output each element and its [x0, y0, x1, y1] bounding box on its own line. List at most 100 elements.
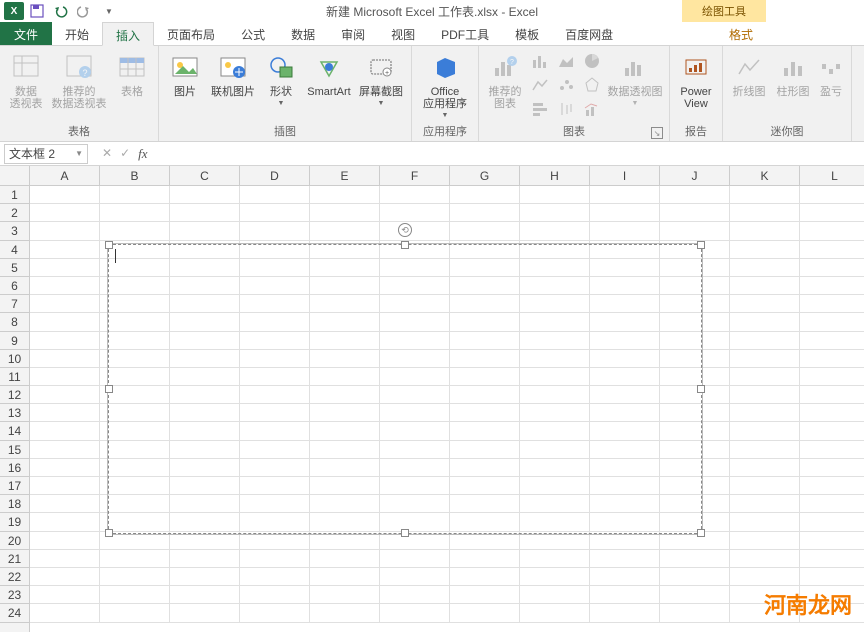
row-header[interactable]: 18: [0, 495, 29, 513]
cell[interactable]: [310, 604, 380, 622]
recommended-charts-button[interactable]: ? 推荐的 图表: [485, 50, 525, 120]
row-header[interactable]: 12: [0, 386, 29, 404]
resize-handle-sw[interactable]: [105, 529, 113, 537]
cell[interactable]: [730, 313, 800, 331]
cell[interactable]: [170, 586, 240, 604]
cell[interactable]: [730, 277, 800, 295]
cell[interactable]: [170, 550, 240, 568]
sparkline-line-button[interactable]: 折线图: [729, 50, 769, 98]
recommended-pivot-button[interactable]: ? 推荐的 数据透视表: [50, 50, 108, 110]
cell[interactable]: [520, 222, 590, 240]
cell[interactable]: [380, 186, 450, 204]
row-header[interactable]: 15: [0, 441, 29, 459]
cell[interactable]: [100, 550, 170, 568]
cell[interactable]: [310, 568, 380, 586]
cell[interactable]: [730, 568, 800, 586]
cell[interactable]: [520, 604, 590, 622]
cell[interactable]: [520, 550, 590, 568]
cell[interactable]: [730, 477, 800, 495]
row-header[interactable]: 19: [0, 513, 29, 531]
cell[interactable]: [450, 586, 520, 604]
cell[interactable]: [520, 532, 590, 550]
column-chart-button[interactable]: [529, 50, 551, 72]
column-header[interactable]: J: [660, 166, 730, 185]
column-header[interactable]: L: [800, 166, 864, 185]
cell[interactable]: [170, 186, 240, 204]
column-header[interactable]: K: [730, 166, 800, 185]
cell[interactable]: [170, 532, 240, 550]
smartart-button[interactable]: SmartArt: [305, 50, 353, 107]
cell[interactable]: [310, 204, 380, 222]
cell[interactable]: [240, 204, 310, 222]
resize-handle-s[interactable]: [401, 529, 409, 537]
cell[interactable]: [30, 204, 100, 222]
row-header[interactable]: 6: [0, 277, 29, 295]
row-header[interactable]: 2: [0, 204, 29, 222]
cell[interactable]: [170, 204, 240, 222]
cell[interactable]: [730, 441, 800, 459]
cell[interactable]: [30, 222, 100, 240]
cell[interactable]: [590, 204, 660, 222]
cell[interactable]: [590, 568, 660, 586]
cell[interactable]: [30, 368, 100, 386]
fx-button[interactable]: fx: [138, 146, 147, 162]
cell[interactable]: [170, 568, 240, 586]
cell[interactable]: [380, 222, 450, 240]
table-button[interactable]: 表格: [112, 50, 152, 110]
cell[interactable]: [660, 550, 730, 568]
cell[interactable]: [520, 204, 590, 222]
cell[interactable]: [240, 604, 310, 622]
row-header[interactable]: 8: [0, 313, 29, 331]
cell[interactable]: [30, 186, 100, 204]
cell[interactable]: [590, 604, 660, 622]
cell[interactable]: [310, 532, 380, 550]
row-header[interactable]: 17: [0, 477, 29, 495]
cell[interactable]: [450, 604, 520, 622]
charts-dialog-launcher[interactable]: ↘: [651, 127, 663, 139]
cell[interactable]: [660, 604, 730, 622]
resize-handle-ne[interactable]: [697, 241, 705, 249]
cell[interactable]: [30, 422, 100, 440]
cell[interactable]: [590, 586, 660, 604]
cell[interactable]: [30, 350, 100, 368]
cell[interactable]: [30, 404, 100, 422]
sparkline-column-button[interactable]: 柱形图: [773, 50, 813, 98]
cell[interactable]: [800, 495, 864, 513]
row-header[interactable]: 20: [0, 532, 29, 550]
cell[interactable]: [100, 568, 170, 586]
redo-button[interactable]: [74, 1, 96, 21]
cell[interactable]: [730, 204, 800, 222]
screenshot-button[interactable]: + 屏幕截图▼: [357, 50, 405, 107]
resize-handle-se[interactable]: [697, 529, 705, 537]
tab-formulas[interactable]: 公式: [228, 22, 278, 45]
cell[interactable]: [660, 586, 730, 604]
cell[interactable]: [30, 313, 100, 331]
column-header[interactable]: C: [170, 166, 240, 185]
cell[interactable]: [660, 568, 730, 586]
column-header[interactable]: A: [30, 166, 100, 185]
picture-button[interactable]: 图片: [165, 50, 205, 107]
cell[interactable]: [240, 222, 310, 240]
column-header[interactable]: D: [240, 166, 310, 185]
cell[interactable]: [730, 495, 800, 513]
cell[interactable]: [30, 477, 100, 495]
cell[interactable]: [800, 368, 864, 386]
column-header[interactable]: I: [590, 166, 660, 185]
cell[interactable]: [380, 532, 450, 550]
cell[interactable]: [310, 586, 380, 604]
cell[interactable]: [30, 241, 100, 259]
tab-format-context[interactable]: 格式: [716, 22, 766, 47]
cell[interactable]: [240, 532, 310, 550]
pivot-chart-button[interactable]: 数据透视图▼: [607, 50, 663, 120]
line-chart-button[interactable]: [529, 74, 551, 96]
cell[interactable]: [310, 222, 380, 240]
column-header[interactable]: E: [310, 166, 380, 185]
cell[interactable]: [170, 222, 240, 240]
radar-chart-button[interactable]: [581, 74, 603, 96]
cell[interactable]: [310, 550, 380, 568]
column-header[interactable]: B: [100, 166, 170, 185]
cell[interactable]: [800, 350, 864, 368]
cell[interactable]: [30, 604, 100, 622]
online-picture-button[interactable]: 联机图片: [209, 50, 257, 107]
power-view-button[interactable]: Power View: [676, 50, 716, 110]
